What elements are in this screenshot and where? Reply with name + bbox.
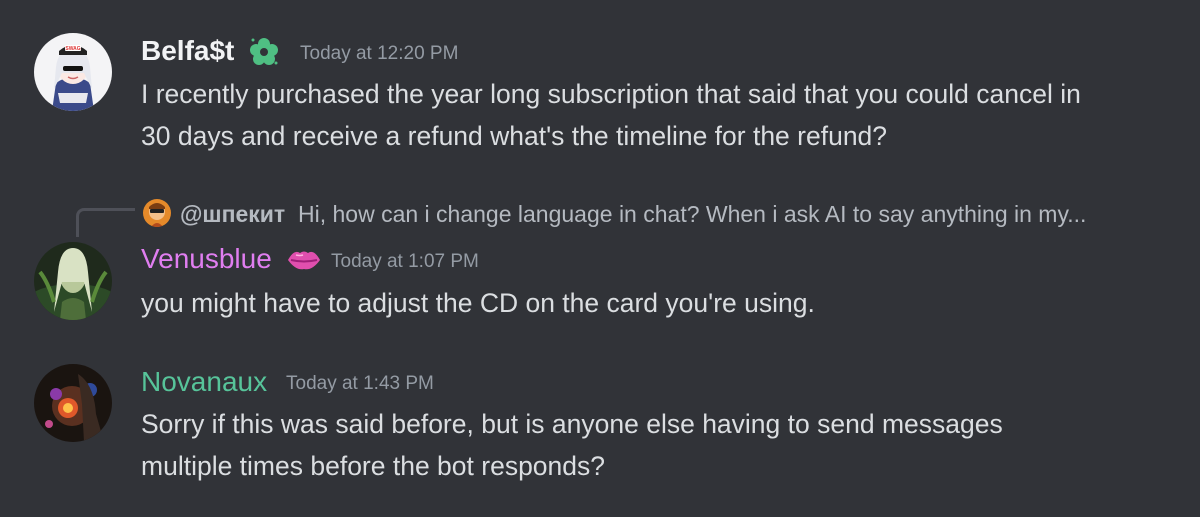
kiss-lips-icon[interactable]	[286, 247, 322, 278]
reply-username[interactable]: @шпекит	[180, 200, 285, 228]
message-content: Sorry if this was said before, but is an…	[141, 409, 1003, 481]
avatar[interactable]	[34, 242, 112, 320]
message-content: I recently purchased the year long subsc…	[141, 79, 1081, 151]
timestamp[interactable]: Today at 1:43 PM	[286, 372, 434, 396]
username[interactable]: Venusblue	[141, 242, 272, 276]
timestamp[interactable]: Today at 12:20 PM	[300, 42, 458, 66]
message-belfast: SWAG Belfa$t Today at 12:20 PM I recentl…	[0, 0, 1200, 180]
message-venusblue: Venusblue Today at 1:07 PM you might hav…	[0, 230, 1200, 340]
reply-avatar[interactable]	[143, 199, 171, 227]
message-novanaux: Novanaux Today at 1:43 PM Sorry if this …	[0, 350, 1200, 517]
flower-badge-icon[interactable]	[247, 35, 281, 74]
svg-text:SWAG: SWAG	[65, 46, 80, 52]
username[interactable]: Novanaux	[141, 365, 267, 399]
username[interactable]: Belfa$t	[141, 34, 234, 68]
message-content: you might have to adjust the CD on the c…	[141, 288, 815, 318]
chat-message-list: SWAG Belfa$t Today at 12:20 PM I recentl…	[0, 0, 1200, 517]
reply-preview[interactable]: Hi, how can i change language in chat? W…	[298, 200, 1158, 228]
avatar[interactable]	[34, 364, 112, 442]
timestamp[interactable]: Today at 1:07 PM	[331, 250, 479, 274]
avatar[interactable]: SWAG	[34, 33, 112, 111]
